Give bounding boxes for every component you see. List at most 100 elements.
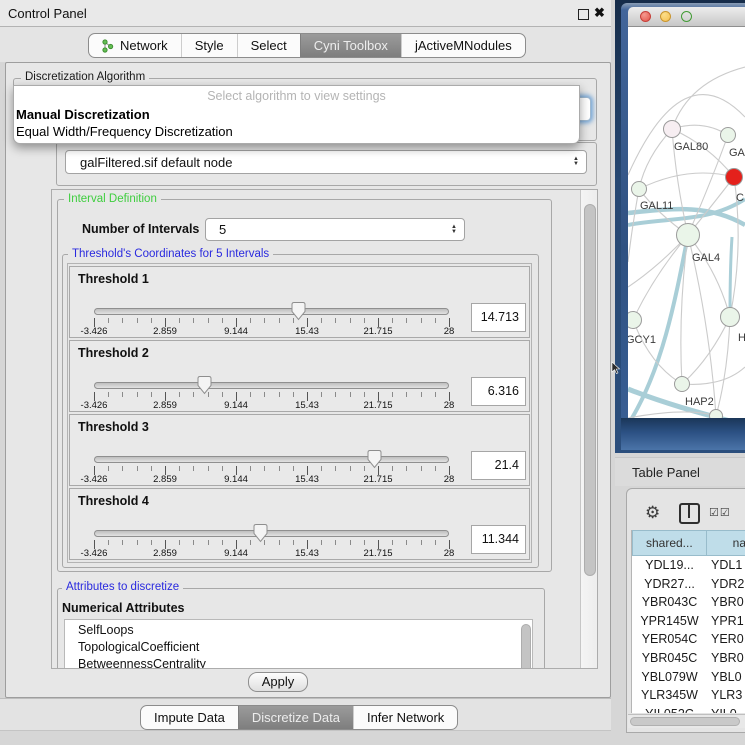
scrollpane-scrollbar[interactable] bbox=[580, 190, 598, 669]
network-window-titlebar[interactable] bbox=[628, 7, 745, 27]
threshold-value-field[interactable]: 14.713 bbox=[471, 303, 526, 332]
slider-minor-tick bbox=[108, 318, 109, 323]
table-row[interactable]: YDR27...YDR2 bbox=[632, 575, 745, 594]
screen: Control Panel ✖ NetworkStyleSelectCyni T… bbox=[0, 0, 745, 745]
tab-network[interactable]: Network bbox=[89, 34, 181, 57]
scrollpane-scrollbar-thumb[interactable] bbox=[584, 204, 596, 576]
table-row[interactable]: YLR345WYLR3 bbox=[632, 686, 745, 705]
slider-minor-tick bbox=[193, 392, 194, 397]
cell-shared-name: YBR045C bbox=[632, 649, 707, 668]
network-node-node-bottom-small[interactable] bbox=[709, 409, 723, 418]
slider-minor-tick bbox=[435, 540, 436, 545]
numerical-attributes-list[interactable]: SelfLoops TopologicalCoefficient Betweenne… bbox=[64, 619, 533, 669]
slider-handle[interactable] bbox=[253, 523, 268, 543]
gear-icon[interactable]: ⚙ bbox=[645, 503, 660, 523]
table-row[interactable]: YDL19...YDL1 bbox=[632, 556, 745, 575]
slider-minor-tick bbox=[321, 392, 322, 397]
top-tab-bar: Network Style SelectCyni ToolboxjActiveMNo… bbox=[88, 33, 526, 58]
attribute-item-selfloops[interactable]: SelfLoops bbox=[78, 623, 134, 637]
table-data-combo[interactable]: galFiltered.sif default node ▲▼ bbox=[65, 150, 587, 174]
network-canvas[interactable]: GAL80GACGAL11GAL4GCY1HHAP2 bbox=[628, 27, 745, 418]
slider-track[interactable] bbox=[94, 530, 449, 537]
table-row[interactable]: YBL079WYBL0 bbox=[632, 668, 745, 687]
select-columns-icon[interactable]: ☑☑ bbox=[709, 506, 731, 519]
bottom-tab-bar: Impute DataDiscretize Data Infer Network bbox=[140, 705, 458, 730]
slider-track[interactable] bbox=[94, 308, 449, 315]
attribute-item-betweennesscentrality[interactable]: BetweennessCentrality bbox=[78, 657, 206, 669]
mac-minimize-button[interactable] bbox=[660, 11, 671, 22]
cyni-toolbox-panel: Discretization Algorithm Select algorith… bbox=[5, 62, 611, 698]
number-of-intervals-combo[interactable]: 5 ▲▼ bbox=[205, 218, 465, 241]
threshold-label: Threshold 4 bbox=[78, 494, 149, 508]
slider-track[interactable] bbox=[94, 456, 449, 463]
network-node-node-top-right[interactable] bbox=[720, 127, 736, 143]
tab-label: Infer Network bbox=[367, 710, 444, 725]
threshold-value-field[interactable]: 11.344 bbox=[471, 525, 526, 554]
attribute-item-topologicalcoefficient[interactable]: TopologicalCoefficient bbox=[78, 640, 199, 654]
network-node-node-right-h[interactable] bbox=[720, 307, 740, 327]
tab-label: Style bbox=[195, 38, 224, 53]
network-node-gal11[interactable] bbox=[631, 181, 647, 197]
column-header-shared-name[interactable]: shared... bbox=[632, 530, 707, 556]
slider-minor-tick bbox=[264, 318, 265, 323]
slider-minor-tick bbox=[193, 466, 194, 471]
table-row[interactable]: YPR145WYPR1 bbox=[632, 612, 745, 631]
popup-option-equal-width[interactable]: Equal Width/Frequency Discretization bbox=[16, 124, 233, 139]
tab-infer-network[interactable]: Infer Network bbox=[353, 706, 457, 729]
slider-minor-tick bbox=[264, 466, 265, 471]
network-node-selected-red-node[interactable] bbox=[725, 168, 743, 186]
network-node-gal80[interactable] bbox=[663, 120, 681, 138]
slider-handle[interactable] bbox=[367, 449, 382, 469]
threshold-label: Threshold 1 bbox=[78, 272, 149, 286]
float-window-icon[interactable] bbox=[578, 9, 589, 20]
apply-button[interactable]: Apply bbox=[248, 672, 308, 692]
mac-zoom-button[interactable] bbox=[681, 11, 692, 22]
table-row[interactable]: YER054CYER0 bbox=[632, 630, 745, 649]
table-hscrollbar-thumb[interactable] bbox=[630, 717, 740, 726]
network-node-label: HAP2 bbox=[685, 396, 714, 408]
column-header-name[interactable]: na bbox=[707, 530, 745, 556]
mac-close-button[interactable] bbox=[640, 11, 651, 22]
list-scrollbar-thumb[interactable] bbox=[521, 624, 531, 669]
slider-tick-label: -3.426 bbox=[72, 400, 116, 411]
network-node-gal4[interactable] bbox=[676, 223, 700, 247]
table-row[interactable]: YIL052CYIL0 bbox=[632, 705, 745, 713]
column-split-icon[interactable] bbox=[679, 503, 700, 524]
slider-minor-tick bbox=[421, 466, 422, 471]
table-row[interactable]: YBR045CYBR0 bbox=[632, 649, 745, 668]
network-node-hap2[interactable] bbox=[674, 376, 690, 392]
table-row[interactable]: YBR043CYBR0 bbox=[632, 593, 745, 612]
tab-select[interactable]: Select bbox=[237, 34, 300, 57]
table-hscrollbar[interactable] bbox=[628, 714, 745, 728]
slider-tick-label: 15.43 bbox=[285, 474, 329, 485]
slider-handle[interactable] bbox=[197, 375, 212, 395]
slider-minor-tick bbox=[335, 540, 336, 545]
slider-track[interactable] bbox=[94, 382, 449, 389]
slider-minor-tick bbox=[279, 392, 280, 397]
slider-minor-tick bbox=[321, 318, 322, 323]
slider-minor-tick bbox=[193, 318, 194, 323]
tab-impute-data[interactable]: Impute Data bbox=[141, 706, 238, 729]
slider-handle[interactable] bbox=[291, 301, 306, 321]
slider-minor-tick bbox=[122, 540, 123, 545]
tab-discretize-data[interactable]: Discretize Data bbox=[238, 706, 353, 729]
tab-cyni-toolbox[interactable]: Cyni Toolbox bbox=[300, 34, 401, 57]
table-panel-title: Table Panel bbox=[632, 465, 700, 480]
threshold-value-field[interactable]: 21.4 bbox=[471, 451, 526, 480]
slider-minor-tick bbox=[137, 318, 138, 323]
tab-style[interactable]: Style bbox=[181, 34, 237, 57]
slider-minor-tick bbox=[350, 318, 351, 323]
slider-minor-tick bbox=[421, 392, 422, 397]
tab-jactivemnodules[interactable]: jActiveMNodules bbox=[401, 34, 525, 57]
cell-shared-name: YLR345W bbox=[632, 686, 707, 705]
slider-minor-tick bbox=[406, 318, 407, 323]
slider-minor-tick bbox=[108, 540, 109, 545]
slider-minor-tick bbox=[137, 540, 138, 545]
popup-option-manual-discretization[interactable]: Manual Discretization bbox=[16, 107, 150, 122]
threshold-value-field[interactable]: 6.316 bbox=[471, 377, 526, 406]
close-icon[interactable]: ✖ bbox=[594, 5, 605, 21]
slider-minor-tick bbox=[435, 466, 436, 471]
combo-stepper-icon: ▲▼ bbox=[451, 225, 457, 235]
slider-minor-tick bbox=[279, 318, 280, 323]
slider-tick-label: 2.859 bbox=[143, 326, 187, 337]
